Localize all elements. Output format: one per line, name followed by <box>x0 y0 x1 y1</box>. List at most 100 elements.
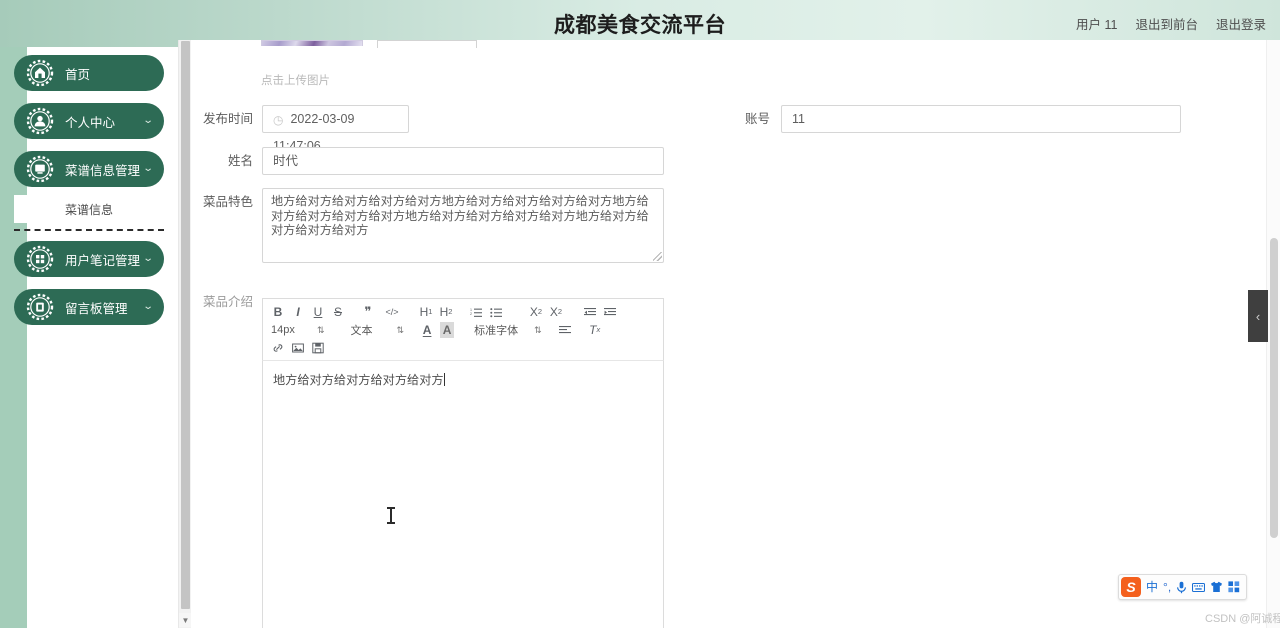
spinner-icon: ⇅ <box>534 326 542 335</box>
chevron-down-icon: ⌄ <box>142 164 153 174</box>
image-icon[interactable] <box>291 340 305 356</box>
ime-skin-icon[interactable] <box>1210 581 1223 593</box>
chevron-down-icon: ⌄ <box>142 116 153 126</box>
exit-to-frontend-link[interactable]: 退出到前台 <box>1135 14 1198 33</box>
features-textarea[interactable]: 地方给对方给对方给对方给对方地方给对方给对方给对方给对方地方给对方给对方给对方给… <box>262 188 664 263</box>
blockquote-icon[interactable]: ❞ <box>361 304 375 320</box>
page-scrollbar-thumb[interactable] <box>1270 238 1278 538</box>
heading-2-icon[interactable]: H2 <box>439 304 453 320</box>
underline-icon[interactable]: U <box>311 304 325 320</box>
introduction-label: 菜品介绍 <box>191 288 253 316</box>
chevron-down-icon: ⌄ <box>142 254 153 264</box>
sogou-logo-icon[interactable]: S <box>1121 577 1141 597</box>
bold-icon[interactable]: B <box>271 304 285 320</box>
editor-toolbar: B I U S ❞ </> H1 H2 12 <box>262 298 664 361</box>
publish-time-row: 发布时间 ◷2022-03-09 11:47:06 <box>191 105 409 133</box>
sidebar-divider <box>14 229 164 231</box>
sidebar: 首页 个人中心 ⌄ <box>0 47 178 628</box>
sidebar-item-label: 个人中心 <box>65 112 144 131</box>
account-row: 账号 11 <box>740 105 1181 133</box>
save-icon[interactable] <box>311 340 325 356</box>
text-style-select[interactable]: 文本 ⇅ <box>351 322 405 338</box>
user-icon <box>26 107 54 135</box>
ime-mode-chinese[interactable]: 中 <box>1146 581 1158 593</box>
sidebar-submenu-label: 菜谱信息 <box>65 201 113 218</box>
admin-page: 成都美食交流平台 用户 11 退出到前台 退出登录 首页 <box>0 0 1280 628</box>
monitor-icon <box>26 155 54 183</box>
name-label: 姓名 <box>191 147 253 175</box>
logout-link[interactable]: 退出登录 <box>1216 14 1266 33</box>
link-icon[interactable] <box>271 340 285 356</box>
font-size-value: 14px <box>271 324 301 336</box>
content-scrollbar-thumb[interactable] <box>181 41 190 609</box>
ime-punctuation[interactable]: °, <box>1163 581 1171 593</box>
subscript-icon[interactable]: X2 <box>529 304 543 320</box>
features-value: 地方给对方给对方给对方给对方地方给对方给对方给对方给对方地方给对方给对方给对方给… <box>271 194 649 237</box>
heading-1-icon[interactable]: H1 <box>419 304 433 320</box>
features-row: 菜品特色 地方给对方给对方给对方给对方地方给对方给对方给对方给对方地方给对方给对… <box>191 188 664 263</box>
sidebar-item-label: 首页 <box>65 64 164 83</box>
publish-time-label: 发布时间 <box>191 105 253 133</box>
svg-text:2: 2 <box>470 312 472 316</box>
sidebar-item-home[interactable]: 首页 <box>14 55 164 91</box>
strikethrough-icon[interactable]: S <box>331 304 345 320</box>
ime-toolbar: S 中 °, <box>1118 574 1247 600</box>
sidebar-menu: 首页 个人中心 ⌄ <box>14 55 164 337</box>
outdent-icon[interactable] <box>583 304 597 320</box>
content-scrollbar[interactable]: ▼ <box>178 40 191 628</box>
text-caret <box>444 373 445 386</box>
chevron-left-icon: ‹ <box>1256 309 1260 324</box>
italic-icon[interactable]: I <box>291 304 305 320</box>
editor-toolbar-row-3 <box>271 340 655 356</box>
name-value: 时代 <box>273 154 298 168</box>
account-label: 账号 <box>740 105 770 133</box>
clipboard-icon <box>26 293 54 321</box>
panel-collapse-handle[interactable]: ‹ <box>1248 290 1268 342</box>
sidebar-item-message-board-management[interactable]: 留言板管理 ⌄ <box>14 289 164 325</box>
grid-icon <box>26 245 54 273</box>
bullet-list-icon[interactable] <box>489 304 503 320</box>
uploaded-image-thumbnail[interactable] <box>261 40 363 46</box>
font-size-select[interactable]: 14px ⇅ <box>271 324 325 336</box>
upload-hint-text[interactable]: 点击上传图片 <box>261 72 330 88</box>
editor-content-area[interactable]: 地方给对方给对方给对方给对方 <box>262 361 664 628</box>
sidebar-item-label: 留言板管理 <box>65 298 144 317</box>
sidebar-submenu-item-recipe-info[interactable]: 菜谱信息 <box>14 195 164 223</box>
watermark-text: CSDN @阿诚程序 <box>1205 610 1280 626</box>
ime-voice-input-icon[interactable] <box>1176 581 1187 594</box>
page-scrollbar[interactable] <box>1266 40 1280 628</box>
font-family-select[interactable]: 标准字体 ⇅ <box>474 322 542 338</box>
spinner-icon: ⇅ <box>397 326 405 335</box>
ime-toolbox-icon[interactable] <box>1228 581 1240 593</box>
sidebar-item-label: 菜谱信息管理 <box>65 160 144 179</box>
ime-soft-keyboard-icon[interactable] <box>1192 582 1205 593</box>
code-icon[interactable]: </> <box>385 304 399 320</box>
clear-format-icon[interactable]: Tx <box>588 322 602 338</box>
spinner-icon: ⇅ <box>317 326 325 335</box>
home-icon <box>26 59 54 87</box>
image-upload-row <box>261 40 477 48</box>
indent-icon[interactable] <box>603 304 617 320</box>
sidebar-item-personal-center[interactable]: 个人中心 ⌄ <box>14 103 164 139</box>
resize-grip-icon[interactable] <box>653 252 662 261</box>
current-user-label: 用户 11 <box>1076 14 1117 33</box>
sidebar-item-user-notes-management[interactable]: 用户笔记管理 ⌄ <box>14 241 164 277</box>
clock-icon: ◷ <box>273 113 283 127</box>
name-input[interactable]: 时代 <box>262 147 664 175</box>
account-input[interactable]: 11 <box>781 105 1181 133</box>
font-color-icon[interactable]: A <box>420 322 434 338</box>
sidebar-item-label: 用户笔记管理 <box>65 250 144 269</box>
editor-toolbar-row-1: B I U S ❞ </> H1 H2 12 <box>271 304 655 320</box>
sidebar-item-recipe-management[interactable]: 菜谱信息管理 ⌄ <box>14 151 164 187</box>
text-style-value: 文本 <box>351 322 381 338</box>
highlight-color-icon[interactable]: A <box>440 322 454 338</box>
align-icon[interactable] <box>558 322 572 338</box>
account-value: 11 <box>792 112 805 126</box>
superscript-icon[interactable]: X2 <box>549 304 563 320</box>
ordered-list-icon[interactable]: 12 <box>469 304 483 320</box>
font-family-value: 标准字体 <box>474 322 518 338</box>
publish-time-input[interactable]: ◷2022-03-09 11:47:06 <box>262 105 409 133</box>
features-label: 菜品特色 <box>191 188 253 216</box>
mouse-text-cursor <box>390 507 392 524</box>
upload-placeholder-box[interactable] <box>377 40 477 48</box>
